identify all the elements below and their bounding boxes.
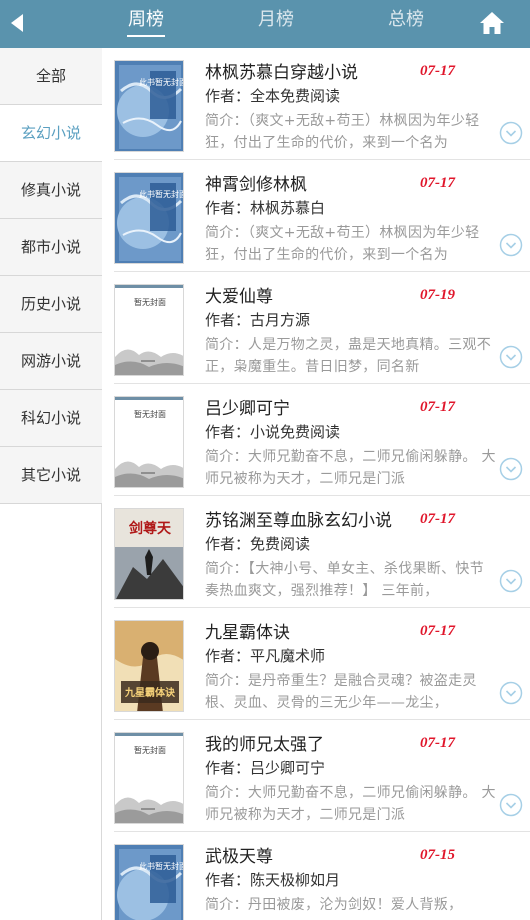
tab-weekly[interactable]: 周榜 (116, 8, 176, 32)
book-author: 作者：免费阅读 (205, 535, 311, 553)
category-qita[interactable]: 其它小说 (0, 447, 102, 504)
svg-text:暂无封面: 暂无封面 (134, 297, 166, 307)
book-author: 作者：陈天极柳如月 (205, 871, 341, 889)
update-date: 07-17 (420, 175, 455, 191)
book-author: 作者：平凡魔术师 (205, 647, 326, 665)
update-date: 07-15 (420, 847, 455, 863)
svg-text:九星霸体诀: 九星霸体诀 (124, 686, 176, 699)
book-cover[interactable]: 此书暂无封面 (114, 172, 184, 264)
chevron-down-circle-icon[interactable] (499, 345, 523, 369)
svg-text:此书暂无封面: 此书暂无封面 (139, 861, 184, 871)
chevron-down-circle-icon[interactable] (499, 681, 523, 705)
back-arrow-icon[interactable] (6, 10, 30, 36)
book-intro: 简介：大师兄勤奋不息，二师兄偷闲躲静。 大师兄被称为天才，二师兄是门派 (205, 449, 496, 487)
book-title[interactable]: 吕少卿可宁 (205, 398, 290, 420)
book-cover[interactable]: 剑尊天 (114, 508, 184, 600)
book-cover[interactable]: 暂无封面 (114, 284, 184, 376)
tab-total[interactable]: 总榜 (376, 8, 436, 32)
svg-text:剑尊天: 剑尊天 (128, 520, 172, 537)
chevron-down-circle-icon[interactable] (499, 233, 523, 257)
update-date: 07-17 (420, 399, 455, 415)
svg-text:此书暂无封面: 此书暂无封面 (139, 189, 184, 199)
update-date: 07-17 (420, 623, 455, 639)
book-cover[interactable]: 此书暂无封面 (114, 60, 184, 152)
book-author: 作者：吕少卿可宁 (205, 759, 326, 777)
book-author: 作者：小说免费阅读 (205, 423, 341, 441)
category-sidebar: 全部 玄幻小说 修真小说 都市小说 历史小说 网游小说 科幻小说 其它小说 (0, 48, 102, 920)
book-intro: 简介：人是万物之灵，蛊是天地真精。三观不正，枭魔重生。昔日旧梦，同名新 (205, 337, 491, 375)
book-cover[interactable]: 暂无封面 (114, 396, 184, 488)
svg-text:暂无封面: 暂无封面 (134, 745, 166, 755)
book-title[interactable]: 神霄剑修林枫 (205, 174, 307, 196)
book-title[interactable]: 我的师兄太强了 (205, 734, 324, 756)
category-kehuan[interactable]: 科幻小说 (0, 390, 102, 447)
category-dushi[interactable]: 都市小说 (0, 219, 102, 276)
book-author: 作者：全本免费阅读 (205, 87, 341, 105)
category-xuanhuan[interactable]: 玄幻小说 (0, 105, 102, 162)
category-wangyou[interactable]: 网游小说 (0, 333, 102, 390)
book-intro: 简介：是丹帝重生？是融合灵魂？被盗走灵根、灵血、灵骨的三无少年——龙尘， (205, 673, 477, 711)
book-cover[interactable]: 九星霸体诀 (114, 620, 184, 712)
update-date: 07-17 (420, 63, 455, 79)
book-cover[interactable]: 暂无封面 (114, 732, 184, 824)
chevron-down-circle-icon[interactable] (499, 457, 523, 481)
update-date: 07-17 (420, 735, 455, 751)
book-title[interactable]: 大爱仙尊 (205, 286, 273, 308)
book-item[interactable]: 暂无封面 大爱仙尊 07-19 作者：古月方源 简介：人是万物之灵，蛊是天地真精… (102, 272, 530, 384)
tab-monthly[interactable]: 月榜 (246, 8, 306, 32)
active-tab-indicator (127, 35, 165, 37)
update-date: 07-17 (420, 511, 455, 527)
svg-text:此书暂无封面: 此书暂无封面 (139, 77, 184, 87)
book-intro: 简介：大师兄勤奋不息，二师兄偷闲躲静。 大师兄被称为天才，二师兄是门派 (205, 785, 496, 823)
book-list: 此书暂无封面 林枫苏慕白穿越小说 07-17 作者：全本免费阅读 简介：（爽文+… (102, 48, 530, 920)
chevron-down-circle-icon[interactable] (499, 793, 523, 817)
book-item[interactable]: 此书暂无封面 武极天尊 07-15 作者：陈天极柳如月 简介：丹田被废，沦为剑奴… (102, 832, 530, 920)
book-item[interactable]: 此书暂无封面 林枫苏慕白穿越小说 07-17 作者：全本免费阅读 简介：（爽文+… (102, 48, 530, 160)
update-date: 07-19 (420, 287, 455, 303)
book-intro: 简介：（爽文+无敌+苟王）林枫因为年少轻狂，付出了生命的代价，来到一个名为 (205, 225, 480, 263)
book-author: 作者：古月方源 (205, 311, 311, 329)
book-item[interactable]: 九星霸体诀 九星霸体诀 07-17 作者：平凡魔术师 简介：是丹帝重生？是融合灵… (102, 608, 530, 720)
top-nav-bar: 周榜 月榜 总榜 (0, 0, 530, 48)
book-title[interactable]: 武极天尊 (205, 846, 273, 868)
chevron-down-circle-icon[interactable] (499, 569, 523, 593)
book-item[interactable]: 暂无封面 吕少卿可宁 07-17 作者：小说免费阅读 简介：大师兄勤奋不息，二师… (102, 384, 530, 496)
book-item[interactable]: 此书暂无封面 神霄剑修林枫 07-17 作者：林枫苏慕白 简介：（爽文+无敌+苟… (102, 160, 530, 272)
book-item[interactable]: 剑尊天 苏铭渊至尊血脉玄幻小说 07-17 作者：免费阅读 简介：【大神小号、单… (102, 496, 530, 608)
book-title[interactable]: 林枫苏慕白穿越小说 (205, 62, 358, 84)
book-intro: 简介：【大神小号、单女主、杀伐果断、快节奏热血爽文，强烈推荐！】 三年前， (205, 561, 484, 599)
home-icon[interactable] (479, 10, 505, 36)
book-intro: 简介：丹田被废，沦为剑奴！爱人背叛， (205, 897, 463, 913)
category-lishi[interactable]: 历史小说 (0, 276, 102, 333)
book-author: 作者：林枫苏慕白 (205, 199, 326, 217)
category-xiuzhen[interactable]: 修真小说 (0, 162, 102, 219)
chevron-down-circle-icon[interactable] (499, 121, 523, 145)
book-cover[interactable]: 此书暂无封面 (114, 844, 184, 920)
book-title[interactable]: 九星霸体诀 (205, 622, 290, 644)
book-item[interactable]: 暂无封面 我的师兄太强了 07-17 作者：吕少卿可宁 简介：大师兄勤奋不息，二… (102, 720, 530, 832)
book-intro: 简介：（爽文+无敌+苟王）林枫因为年少轻狂，付出了生命的代价，来到一个名为 (205, 113, 480, 151)
svg-text:暂无封面: 暂无封面 (134, 409, 166, 419)
category-all[interactable]: 全部 (0, 48, 102, 105)
book-title[interactable]: 苏铭渊至尊血脉玄幻小说 (205, 510, 392, 532)
